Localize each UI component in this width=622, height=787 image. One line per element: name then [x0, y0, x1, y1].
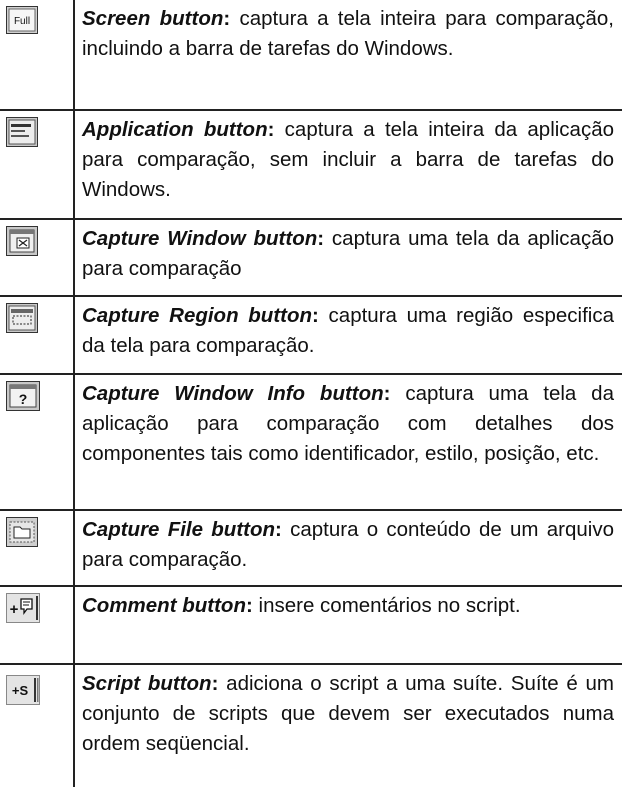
colon: : — [245, 594, 253, 617]
icon-cell: + — [0, 587, 75, 663]
button-name: Capture Window button — [82, 227, 318, 250]
table-row: Full Screen button: captura a tela intei… — [0, 0, 622, 111]
row-description: Script button: adiciona o script a uma s… — [82, 669, 614, 759]
table-row: Application button: captura a tela intei… — [0, 111, 622, 220]
colon: : — [275, 518, 282, 541]
button-name: Capture Window Info button — [82, 382, 384, 405]
capture-region-icon — [6, 303, 38, 338]
colon: : — [383, 382, 391, 405]
table-row: +S Script button: adiciona o script a um… — [0, 665, 622, 787]
table-row: Capture Window button: captura uma tela … — [0, 220, 622, 297]
button-name: Capture File button — [82, 518, 276, 541]
table-row: Capture File button: captura o conteúdo … — [0, 511, 622, 587]
capture-window-info-icon: ? — [6, 381, 40, 416]
button-name: Capture Region button — [82, 304, 313, 327]
button-name: Application button — [82, 118, 268, 141]
application-icon — [6, 117, 38, 152]
row-description: Application button: captura a tela intei… — [82, 115, 614, 205]
script-icon: +S — [6, 675, 40, 710]
button-name: Comment button — [82, 594, 246, 617]
comment-icon: + — [6, 593, 40, 628]
icon-cell: Full — [0, 0, 75, 109]
table-row: Capture Region button: captura uma regiã… — [0, 297, 622, 375]
row-description: Comment button: insere comentários no sc… — [82, 591, 614, 621]
full-icon-label: Full — [14, 16, 30, 27]
icon-cell: +S — [0, 665, 75, 787]
plus-label: + — [10, 601, 19, 618]
row-description: Capture File button: captura o conteúdo … — [82, 515, 614, 575]
question-mark-label: ? — [19, 391, 28, 407]
row-description: Capture Region button: captura uma regiã… — [82, 301, 614, 361]
button-name: Script button — [82, 672, 212, 695]
colon: : — [312, 304, 319, 327]
capture-window-icon — [6, 226, 38, 261]
button-name: Screen button — [82, 7, 224, 30]
icon-cell — [0, 111, 75, 218]
capture-file-icon — [6, 517, 38, 552]
button-description: insere comentários no script. — [252, 594, 521, 617]
icon-cell: ? — [0, 375, 75, 509]
row-description: Capture Window button: captura uma tela … — [82, 224, 614, 284]
row-description: Capture Window Info button: captura uma … — [82, 379, 614, 469]
full-screen-icon: Full — [6, 6, 38, 39]
icon-cell — [0, 511, 75, 585]
icon-cell — [0, 297, 75, 373]
plus-s-label: +S — [12, 683, 29, 698]
table-row: + Comment button: insere comentários no … — [0, 587, 622, 665]
table-row: ? Capture Window Info button: captura um… — [0, 375, 622, 511]
row-description: Screen button: captura a tela inteira pa… — [82, 4, 614, 64]
icon-cell — [0, 220, 75, 295]
